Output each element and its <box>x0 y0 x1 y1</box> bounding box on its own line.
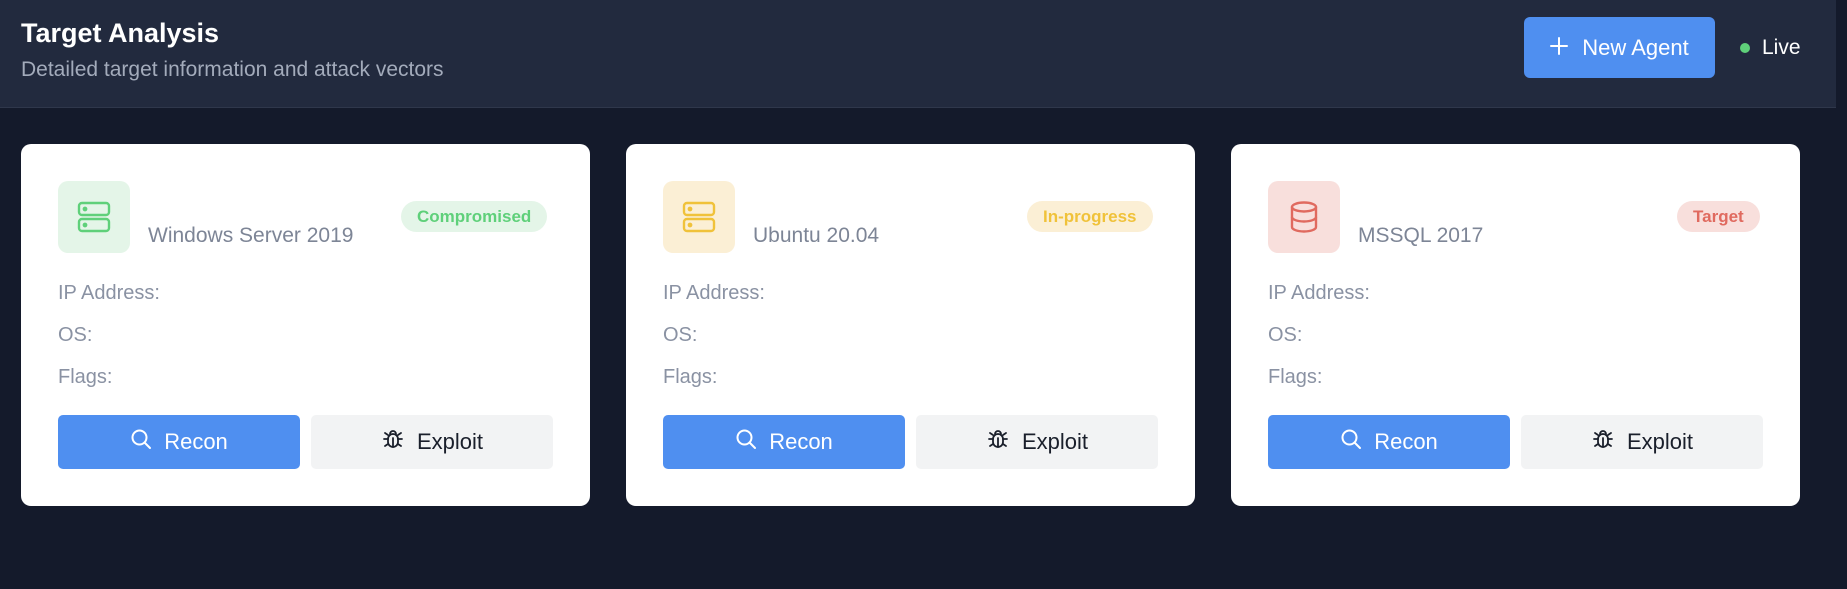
database-icon <box>1268 181 1340 253</box>
recon-label: Recon <box>164 429 228 454</box>
live-status-dot <box>1740 43 1750 53</box>
status-badge: Compromised <box>401 201 548 232</box>
recon-label: Recon <box>769 429 833 454</box>
os-label: OS: <box>58 324 93 346</box>
exploit-label: Exploit <box>1626 429 1694 454</box>
target-card-ubuntu: Ubuntu 20.04 In-progress IP Address: OS:… <box>626 144 1195 506</box>
search-icon <box>735 428 757 456</box>
new-agent-label: New Agent <box>1582 34 1689 60</box>
status-badge: In-progress <box>1027 201 1153 232</box>
page-subtitle: Detailed target information and attack v… <box>21 58 444 81</box>
ip-address-label: IP Address: <box>1268 282 1370 304</box>
exploit-button[interactable]: Exploit <box>916 415 1158 469</box>
flags-label: Flags: <box>663 366 718 388</box>
exploit-label: Exploit <box>1021 429 1089 454</box>
recon-label: Recon <box>1374 429 1438 454</box>
live-indicator: Live <box>1740 36 1801 60</box>
bug-icon <box>1591 427 1615 457</box>
exploit-button[interactable]: Exploit <box>1521 415 1763 469</box>
bug-icon <box>986 427 1010 457</box>
search-icon <box>1340 428 1362 456</box>
live-label: Live <box>1762 36 1801 59</box>
server-icon <box>663 181 735 253</box>
target-card-windows: Windows Server 2019 Compromised IP Addre… <box>21 144 590 506</box>
exploit-label: Exploit <box>416 429 484 454</box>
search-icon <box>130 428 152 456</box>
ip-address-label: IP Address: <box>663 282 765 304</box>
flags-label: Flags: <box>1268 366 1323 388</box>
page-title: Target Analysis <box>21 18 220 48</box>
recon-button[interactable]: Recon <box>1268 415 1510 469</box>
status-badge: Target <box>1677 201 1760 232</box>
plus-icon <box>1550 35 1569 61</box>
recon-button[interactable]: Recon <box>58 415 300 469</box>
server-icon <box>58 181 130 253</box>
target-name: MSSQL 2017 <box>1358 224 1484 247</box>
page-header: Target Analysis Detailed target informat… <box>0 0 1836 108</box>
new-agent-button[interactable]: New Agent <box>1524 17 1715 78</box>
target-card-mssql: MSSQL 2017 Target IP Address: OS: Flags:… <box>1231 144 1800 506</box>
target-name: Windows Server 2019 <box>148 224 354 247</box>
os-label: OS: <box>1268 324 1303 346</box>
bug-icon <box>381 427 405 457</box>
target-name: Ubuntu 20.04 <box>753 224 880 247</box>
recon-button[interactable]: Recon <box>663 415 905 469</box>
ip-address-label: IP Address: <box>58 282 160 304</box>
os-label: OS: <box>663 324 698 346</box>
exploit-button[interactable]: Exploit <box>311 415 553 469</box>
flags-label: Flags: <box>58 366 113 388</box>
